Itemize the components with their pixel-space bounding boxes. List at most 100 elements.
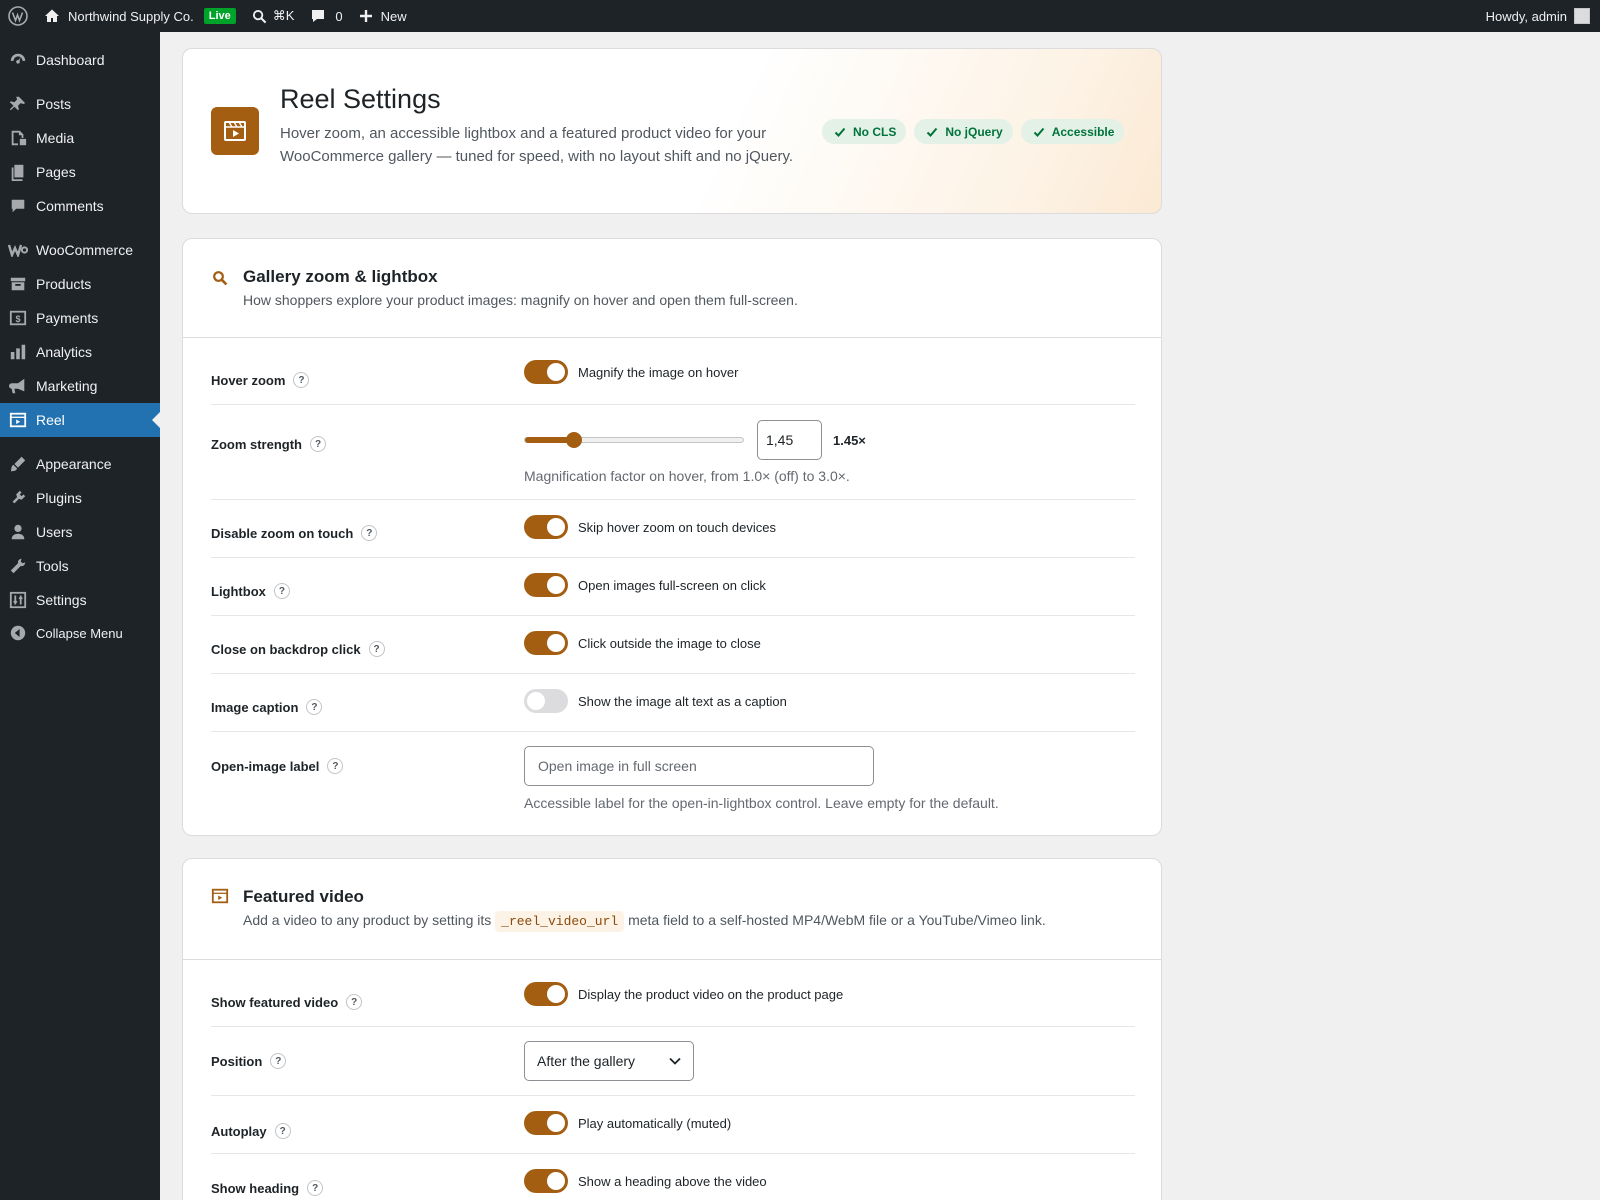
sidebar-item-label: Tools: [36, 558, 69, 574]
badge-no-jquery: No jQuery: [914, 119, 1013, 144]
collapse-icon: [0, 625, 36, 641]
search-shortcut-button[interactable]: ⌘K: [244, 0, 303, 32]
help-icon[interactable]: ?: [274, 1123, 291, 1139]
sidebar-item-analytics[interactable]: Analytics: [0, 335, 160, 369]
sidebar-item-users[interactable]: Users: [0, 515, 160, 549]
sidebar-item-media[interactable]: Media: [0, 121, 160, 155]
setting-hint: Accessible label for the open-in-lightbo…: [524, 795, 999, 811]
disable-touch-toggle[interactable]: [524, 515, 568, 539]
help-icon[interactable]: ?: [293, 372, 310, 388]
show-heading-toggle[interactable]: [524, 1169, 568, 1193]
autoplay-toggle[interactable]: [524, 1111, 568, 1135]
help-icon[interactable]: ?: [327, 758, 344, 774]
toggle-description: Skip hover zoom on touch devices: [578, 519, 776, 535]
setting-row-show-video: Show featured video? Display the product…: [211, 961, 1135, 1027]
sidebar-item-marketing[interactable]: Marketing: [0, 369, 160, 403]
help-icon[interactable]: ?: [270, 1053, 287, 1069]
sidebar-item-settings[interactable]: Settings: [0, 583, 160, 617]
film-icon: [211, 887, 229, 905]
help-icon[interactable]: ?: [346, 994, 363, 1010]
sidebar-collapse-menu[interactable]: Collapse Menu: [0, 616, 160, 650]
setting-label: Zoom strength?: [211, 436, 326, 452]
open-image-label-control: [524, 746, 874, 786]
meta-field-code: _reel_video_url: [495, 911, 625, 932]
sidebar-item-label: Dashboard: [36, 52, 105, 68]
position-select[interactable]: After the gallery: [524, 1041, 694, 1081]
help-icon[interactable]: ?: [368, 641, 385, 657]
setting-label-text: Open-image label: [211, 758, 320, 774]
sidebar-item-pages[interactable]: Pages: [0, 155, 160, 189]
plug-icon: [0, 489, 36, 507]
help-icon[interactable]: ?: [307, 1180, 324, 1196]
comment-icon: [312, 10, 325, 22]
sidebar-item-products[interactable]: Products: [0, 267, 160, 301]
site-name-link[interactable]: Northwind Supply Co. Live: [36, 0, 244, 32]
sidebar-item-tools[interactable]: Tools: [0, 549, 160, 583]
dashboard-icon: [0, 51, 36, 69]
sidebar-item-label: Products: [36, 276, 92, 292]
setting-hint: Magnification factor on hover, from 1.0×…: [524, 468, 850, 484]
toggle-description: Show the image alt text as a caption: [578, 693, 787, 709]
hover-zoom-toggle[interactable]: [524, 360, 568, 384]
section-description: Add a video to any product by setting it…: [243, 911, 1046, 932]
zoom-strength-slider[interactable]: [524, 432, 744, 448]
help-icon[interactable]: ?: [361, 525, 378, 541]
setting-label: Show heading?: [211, 1180, 324, 1196]
setting-label: Autoplay?: [211, 1123, 291, 1139]
setting-label-text: Show heading: [211, 1180, 300, 1196]
slider-handle[interactable]: [566, 432, 583, 448]
help-icon[interactable]: ?: [310, 436, 326, 452]
sidebar-item-label: Analytics: [36, 344, 93, 360]
select-value: After the gallery: [537, 1053, 636, 1069]
pin-icon: [0, 95, 36, 113]
new-content-button[interactable]: New: [351, 0, 415, 32]
open-image-label-input[interactable]: [524, 746, 874, 786]
sidebar-item-payments[interactable]: $ Payments: [0, 301, 160, 335]
comments-link[interactable]: 0: [302, 0, 350, 32]
hero-card: Reel Settings Hover zoom, an accessible …: [182, 48, 1162, 214]
badge-accessible: Accessible: [1020, 119, 1125, 144]
gallery-section-header: Gallery zoom & lightbox How shoppers exp…: [183, 239, 1161, 338]
sidebar-item-reel[interactable]: Reel: [0, 403, 160, 437]
sidebar-item-posts[interactable]: Posts: [0, 87, 160, 121]
search-icon: [211, 269, 229, 287]
sidebar-item-woocommerce[interactable]: WooCommerce: [0, 233, 160, 267]
zoom-strength-input[interactable]: [757, 420, 822, 460]
film-icon: [0, 411, 36, 429]
account-menu[interactable]: Howdy, admin: [1486, 8, 1600, 24]
video-settings-card: Featured video Add a video to any produc…: [182, 858, 1162, 1200]
chart-icon: [0, 343, 36, 361]
setting-label-text: Autoplay: [211, 1123, 267, 1139]
image-caption-toggle[interactable]: [524, 689, 568, 713]
help-icon[interactable]: ?: [273, 583, 290, 599]
setting-label: Image caption?: [211, 699, 323, 715]
description-text: Add a video to any product by setting it…: [243, 912, 492, 928]
help-icon[interactable]: ?: [306, 699, 323, 715]
plus-icon: [359, 10, 372, 22]
check-icon: [834, 127, 846, 137]
setting-label-text: Close on backdrop click: [211, 641, 361, 657]
sidebar-item-label: Comments: [36, 198, 104, 214]
close-backdrop-toggle[interactable]: [524, 631, 568, 655]
setting-row-lightbox: Lightbox? Open images full-screen on cli…: [211, 558, 1135, 616]
sidebar-item-appearance[interactable]: Appearance: [0, 447, 160, 481]
sidebar-item-dashboard[interactable]: Dashboard: [0, 43, 160, 77]
setting-row-show-heading: Show heading? Show a heading above the v…: [211, 1154, 1135, 1200]
wordpress-logo-icon[interactable]: [0, 0, 36, 32]
zoom-strength-readout: 1.45×: [833, 432, 866, 448]
sidebar-item-label: Plugins: [36, 490, 82, 506]
payments-icon: $: [0, 309, 36, 327]
sidebar-item-label: Users: [36, 524, 73, 540]
show-video-toggle[interactable]: [524, 982, 568, 1006]
sidebar-item-comments[interactable]: Comments: [0, 189, 160, 223]
wrench-icon: [0, 557, 36, 575]
archive-icon: [0, 275, 36, 293]
lightbox-toggle[interactable]: [524, 573, 568, 597]
pages-icon: [0, 163, 36, 181]
sidebar-item-plugins[interactable]: Plugins: [0, 481, 160, 515]
zoom-strength-control: 1.45×: [524, 420, 866, 460]
avatar: [1574, 8, 1590, 24]
sidebar-item-label: Settings: [36, 592, 87, 608]
live-badge: Live: [203, 8, 236, 24]
feature-badges: No CLS No jQuery Accessible: [822, 119, 1125, 144]
